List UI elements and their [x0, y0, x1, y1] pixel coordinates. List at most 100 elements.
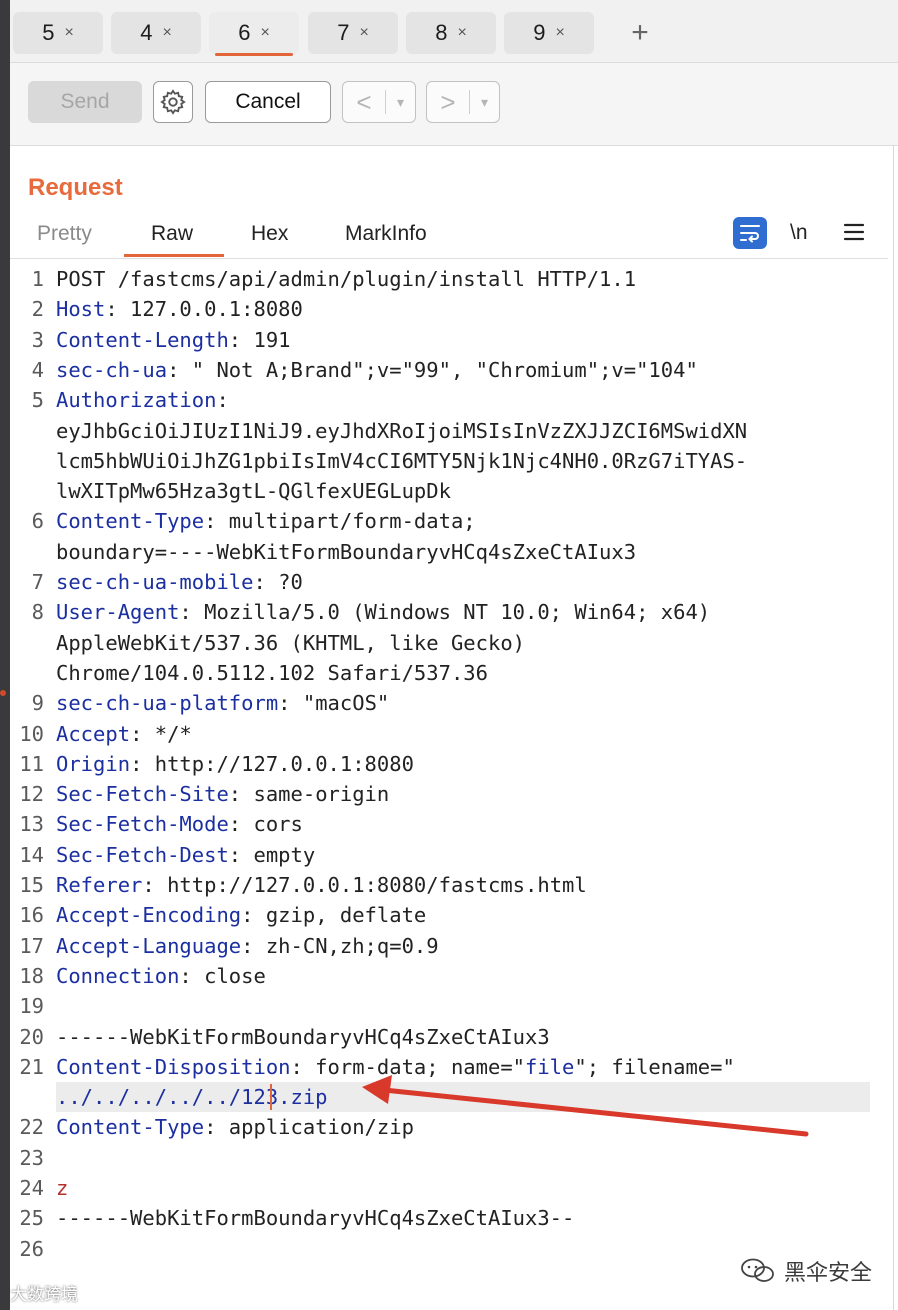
tab-9[interactable]: 9 × [504, 12, 594, 54]
code-line: 24 z [10, 1173, 890, 1203]
line-content: User-Agent: Mozilla/5.0 (Windows NT 10.0… [56, 597, 710, 627]
line-number: 4 [31, 357, 44, 382]
line-number: 20 [19, 1024, 44, 1049]
header-name: Accept [56, 721, 131, 746]
line-number: 24 [19, 1176, 44, 1200]
text-segment: : 127.0.0.1:8080 [105, 297, 303, 322]
line-number: 16 [19, 903, 44, 928]
send-button[interactable]: Send [28, 81, 142, 123]
line-number: 19 [19, 994, 44, 1019]
header-name: Accept-Language [56, 933, 242, 958]
line-content: sec-ch-ua: " Not A;Brand";v="99", "Chrom… [56, 355, 698, 385]
close-icon[interactable]: × [260, 24, 269, 42]
close-icon[interactable]: × [64, 24, 73, 42]
header-name: Content-Length [56, 327, 229, 352]
line-content: Content-Disposition: form-data; name="fi… [56, 1052, 735, 1082]
text-segment: eyJhbGciOiJIUzI1NiJ9.eyJhdXRoIjoiMSIsInV… [56, 418, 748, 443]
line-number: 22 [19, 1115, 44, 1140]
newline-toggle[interactable]: \n [790, 221, 808, 245]
settings-button[interactable] [153, 81, 193, 123]
request-title: Request [28, 174, 123, 201]
code-line: Chrome/104.0.5112.102 Safari/537.36 [10, 658, 890, 688]
text-segment: : form-data; name=" [290, 1054, 526, 1079]
text-segment: : [216, 388, 229, 413]
header-name: Sec-Fetch-Mode [56, 812, 229, 837]
line-number: 26 [19, 1236, 44, 1261]
tab-hex[interactable]: Hex [251, 222, 288, 246]
code-line: 4 sec-ch-ua: " Not A;Brand";v="99", "Chro… [10, 355, 890, 385]
tab-markinfo[interactable]: MarkInfo [345, 222, 427, 246]
text-segment: : multipart/form-data; [204, 509, 476, 534]
tab-8[interactable]: 8 × [406, 12, 496, 54]
text-segment: : empty [228, 842, 316, 867]
code-line: 17 Accept-Language: zh-CN,zh;q=0.9 [10, 931, 890, 961]
close-icon[interactable]: × [162, 24, 171, 42]
tab-raw[interactable]: Raw [151, 222, 193, 246]
line-number: 10 [19, 721, 44, 746]
line-number: 7 [31, 570, 44, 594]
line-content: ------WebKitFormBoundaryvHCq4sZxeCtAIux3 [56, 1022, 550, 1052]
line-number: 15 [19, 873, 44, 897]
text-segment: : "macOS" [278, 691, 390, 716]
line-content: Content-Type: application/zip [56, 1112, 414, 1142]
tab-5[interactable]: 5 × [13, 12, 103, 54]
line-number: 9 [31, 691, 44, 716]
watermark-right: 黑伞安全 [740, 1255, 872, 1287]
code-line: 11 Origin: http://127.0.0.1:8080 [10, 749, 890, 779]
text-segment: boundary=----WebKitFormBoundaryvHCq4sZxe… [56, 539, 637, 564]
back-button[interactable]: < ▾ [342, 81, 416, 123]
code-line: AppleWebKit/537.36 (KHTML, like Gecko) [10, 628, 890, 658]
code-line: lcm5hbWUiOiJhZG1pbiIsImV4cCI6MTY5Njk1Njc… [10, 446, 890, 476]
text-segment: AppleWebKit/537.36 (KHTML, like Gecko) [56, 630, 525, 655]
code-line: 21 Content-Disposition: form-data; name="… [10, 1052, 890, 1082]
wrap-lines-button[interactable] [733, 217, 767, 249]
chevron-down-icon[interactable]: ▾ [470, 94, 499, 111]
text-segment: : Mozilla/5.0 (Windows NT 10.0; Win64; x… [179, 600, 711, 625]
code-line: 6 Content-Type: multipart/form-data; [10, 506, 890, 536]
tab-label: 9 [533, 20, 546, 45]
text-segment: ../../../../../123.zip [56, 1085, 328, 1110]
tab-7[interactable]: 7 × [308, 12, 398, 54]
tab-6[interactable]: 6 × [209, 12, 299, 56]
tab-4[interactable]: 4 × [111, 12, 201, 54]
tab-pretty[interactable]: Pretty [37, 222, 92, 246]
toolbar: Send Cancel < ▾ > ▾ [10, 63, 898, 146]
line-content: Sec-Fetch-Mode: cors [56, 809, 303, 839]
line-content: eyJhbGciOiJIUzI1NiJ9.eyJhdXRoIjoiMSIsInV… [56, 416, 747, 446]
header-name: Connection [56, 963, 180, 988]
header-name: Referer [56, 873, 143, 897]
menu-icon[interactable] [842, 220, 866, 244]
tab-label: 5 [42, 20, 55, 45]
code-line: 1 POST /fastcms/api/admin/plugin/install … [10, 264, 890, 294]
code-line: 12 Sec-Fetch-Site: same-origin [10, 779, 890, 809]
line-number: 17 [19, 933, 44, 958]
tab-bar: 5 × 4 × 6 × 7 × 8 × 9 × + [10, 0, 898, 63]
forward-button[interactable]: > ▾ [426, 81, 500, 123]
line-number: 8 [31, 600, 44, 625]
text-segment: : 191 [228, 327, 291, 352]
text-segment: lwXITpMw65Hza3gtL-QGlfexUEGLupDk [56, 479, 451, 504]
close-icon[interactable]: × [457, 24, 466, 42]
tab-label: 7 [337, 20, 350, 45]
text-segment: "; filename=" [574, 1054, 735, 1079]
line-content: Connection: close [56, 961, 266, 991]
add-tab-button[interactable]: + [622, 14, 658, 52]
line-content: Sec-Fetch-Site: same-origin [56, 779, 389, 809]
request-editor[interactable]: 1 POST /fastcms/api/admin/plugin/install … [10, 264, 890, 1304]
text-segment: : http://127.0.0.1:8080/fastcms.html [142, 873, 587, 897]
text-segment: lcm5hbWUiOiJhZG1pbiIsImV4cCI6MTY5Njk1Njc… [56, 448, 748, 473]
line-content: ../../../../../123.zip [56, 1082, 328, 1112]
line-content: Host: 127.0.0.1:8080 [56, 294, 303, 324]
watermark-text: 黑伞安全 [784, 1260, 873, 1285]
header-name: Sec-Fetch-Dest [56, 842, 229, 867]
close-icon[interactable]: × [359, 24, 368, 42]
code-line: 7 sec-ch-ua-mobile: ?0 [10, 567, 890, 597]
cancel-button[interactable]: Cancel [205, 81, 331, 123]
line-content: Sec-Fetch-Dest: empty [56, 840, 315, 870]
line-number: 12 [19, 782, 44, 807]
chevron-down-icon[interactable]: ▾ [386, 94, 415, 111]
watermark-text: 大数跨境 [10, 1285, 78, 1304]
back-arrow-icon: < [356, 86, 372, 117]
close-icon[interactable]: × [555, 24, 564, 42]
header-name: Content-Type [56, 509, 205, 534]
